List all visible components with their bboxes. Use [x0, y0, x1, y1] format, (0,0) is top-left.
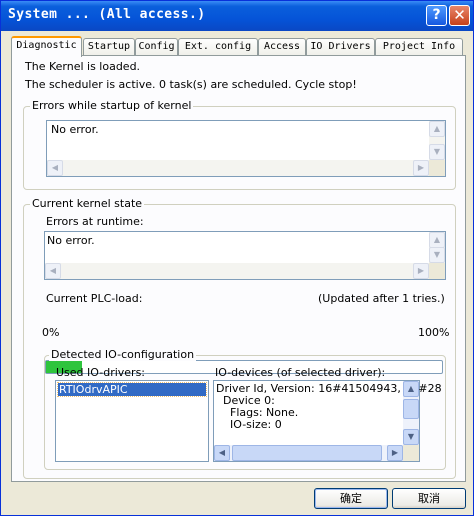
- horizontal-scrollbar[interactable]: ◀ ▶: [47, 160, 429, 176]
- scroll-down-icon[interactable]: ▼: [429, 247, 445, 263]
- vertical-scrollbar[interactable]: ▲ ▼: [429, 232, 445, 263]
- list-item[interactable]: RTIOdrvAPIC: [57, 382, 207, 397]
- scrollbar-corner: [429, 263, 445, 279]
- tab-config[interactable]: Config: [135, 38, 178, 55]
- scroll-left-icon[interactable]: ◀: [214, 445, 230, 461]
- io-devices-label: IO-devices (of selected driver):: [215, 366, 386, 379]
- kernel-state-legend: Current kernel state: [30, 197, 145, 210]
- ok-button[interactable]: 确定: [314, 488, 388, 509]
- tab-diagnostic[interactable]: Diagnostic: [11, 36, 82, 57]
- plc-load-note: (Updated after 1 tries.): [318, 292, 445, 305]
- tab-startup[interactable]: Startup: [83, 38, 135, 55]
- runtime-errors-textbox[interactable]: No error. ▲ ▼ ◀ ▶: [44, 231, 446, 280]
- help-icon[interactable]: ?: [426, 5, 447, 26]
- startup-errors-textbox[interactable]: No error. ▲ ▼ ◀ ▶: [46, 120, 446, 177]
- scheduler-status: The scheduler is active. 0 task(s) are s…: [25, 78, 357, 91]
- io-config-group: Detected IO-configuration Used IO-driver…: [44, 348, 446, 470]
- diagnostic-panel: The Kernel is loaded. The scheduler is a…: [11, 55, 466, 482]
- tab-access[interactable]: Access: [258, 38, 306, 55]
- scroll-up-icon[interactable]: ▲: [429, 232, 445, 248]
- horizontal-scrollbar[interactable]: ◀ ▶: [45, 263, 429, 279]
- scroll-left-icon[interactable]: ◀: [47, 160, 63, 176]
- horizontal-scrollbar[interactable]: ◀ ▶: [214, 445, 403, 461]
- vertical-scrollbar[interactable]: ▲ ▼: [429, 121, 445, 160]
- scrollbar-corner: [403, 445, 419, 461]
- scale-max-label: 100%: [418, 326, 450, 339]
- plc-load-label: Current PLC-load:: [46, 292, 143, 305]
- scroll-thumb[interactable]: [232, 445, 382, 461]
- scroll-right-icon[interactable]: ▶: [413, 160, 429, 176]
- scale-min-label: 0%: [42, 326, 60, 339]
- runtime-errors-text: No error.: [47, 234, 95, 247]
- scroll-down-icon[interactable]: ▼: [429, 144, 445, 160]
- io-drivers-label: Used IO-drivers:: [56, 366, 146, 379]
- startup-errors-legend: Errors while startup of kernel: [30, 99, 194, 112]
- io-devices-list[interactable]: Driver Id, Version: 16#41504943, 16#28 D…: [213, 380, 442, 462]
- close-icon[interactable]: ✕: [449, 5, 470, 26]
- io-drivers-list[interactable]: RTIOdrvAPIC: [55, 380, 209, 462]
- tab-strip: Diagnostic Startup Config Ext. config Ac…: [11, 36, 467, 57]
- list-item: IO-size: 0: [216, 418, 282, 431]
- scroll-left-icon[interactable]: ◀: [45, 263, 61, 279]
- scroll-up-icon[interactable]: ▲: [429, 121, 445, 137]
- startup-errors-text: No error.: [51, 123, 99, 136]
- cancel-button[interactable]: 取消: [392, 488, 466, 509]
- io-config-legend: Detected IO-configuration: [49, 348, 197, 361]
- runtime-errors-label: Errors at runtime:: [46, 215, 144, 228]
- kernel-status: The Kernel is loaded.: [25, 60, 141, 73]
- window-title: System ... (All access.): [8, 7, 206, 22]
- vertical-scrollbar[interactable]: ▲ ▼: [403, 381, 419, 445]
- scroll-up-icon[interactable]: ▲: [403, 381, 419, 397]
- tab-ext-config[interactable]: Ext. config: [178, 38, 258, 55]
- startup-errors-group: Errors while startup of kernel No error.…: [23, 99, 456, 190]
- scrollbar-corner: [429, 160, 445, 176]
- tab-io-drivers[interactable]: IO Drivers: [306, 38, 375, 55]
- scroll-right-icon[interactable]: ▶: [413, 263, 429, 279]
- system-dialog: System ... (All access.) ? ✕ Diagnostic …: [0, 0, 474, 516]
- tab-project-info[interactable]: Project Info: [375, 38, 463, 55]
- scroll-down-icon[interactable]: ▼: [403, 429, 419, 445]
- scroll-right-icon[interactable]: ▶: [387, 445, 403, 461]
- scroll-thumb[interactable]: [403, 399, 419, 419]
- title-bar[interactable]: System ... (All access.) ? ✕: [1, 1, 473, 31]
